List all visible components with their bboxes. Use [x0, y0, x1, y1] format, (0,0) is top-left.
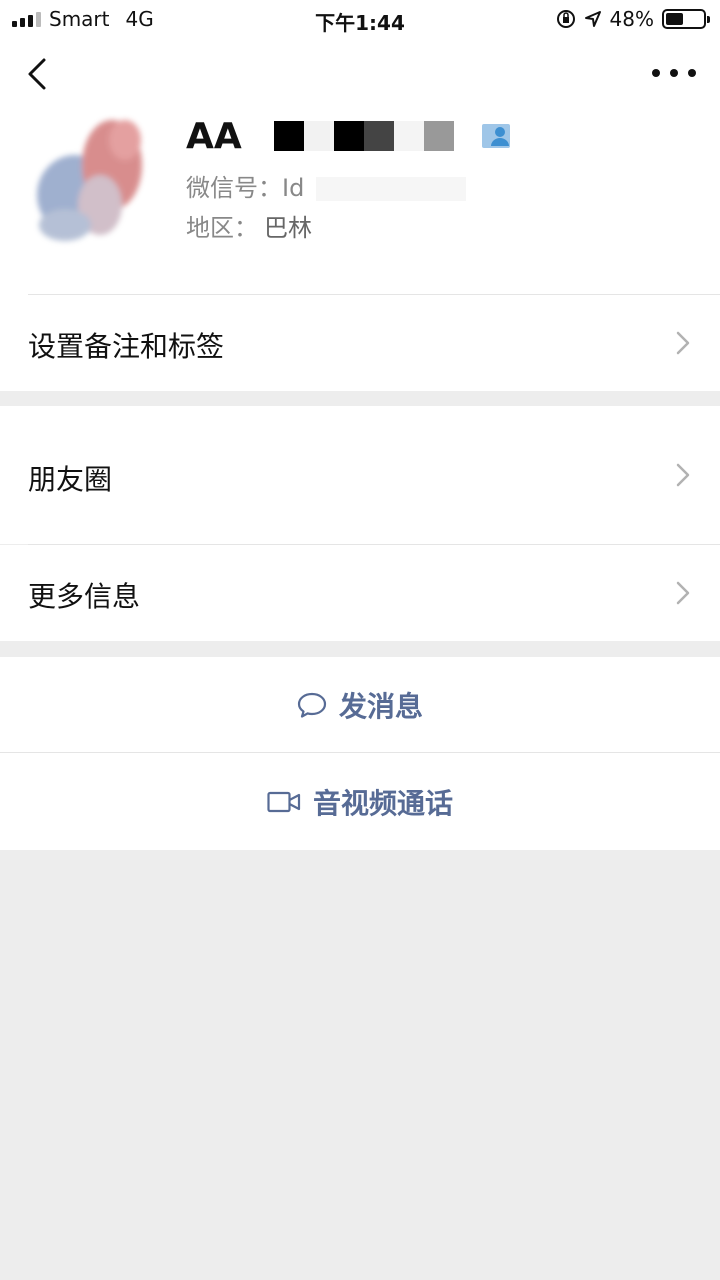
- chevron-right-icon: [676, 463, 690, 487]
- chevron-right-icon: [676, 331, 690, 355]
- redaction-block: [315, 177, 466, 201]
- profile-header: AA 微信号：Id 地区： 巴林 设置备注和标签: [0, 38, 720, 391]
- redaction-block: [363, 121, 394, 151]
- wechat-id: 微信号：Id: [186, 168, 466, 203]
- wechat-id-value: Id: [282, 174, 305, 202]
- contact-name: AA: [186, 115, 242, 157]
- avatar[interactable]: [30, 110, 150, 252]
- region-value: 巴林: [264, 214, 312, 242]
- redaction-block: [423, 121, 454, 151]
- status-bar-right: 48%: [556, 7, 710, 31]
- video-camera-icon: [267, 791, 301, 813]
- more-options-button[interactable]: [652, 64, 696, 82]
- contact-person-icon: [481, 124, 510, 148]
- moments-row[interactable]: 朋友圈: [0, 406, 720, 544]
- redaction-block: [273, 121, 304, 151]
- region: 地区： 巴林: [186, 208, 312, 243]
- orientation-lock-icon: [556, 10, 575, 28]
- chevron-right-icon: [676, 581, 690, 605]
- redaction-block: [303, 121, 334, 151]
- avatar-image: [37, 120, 142, 241]
- battery-icon: [662, 9, 710, 29]
- wechat-id-label: 微信号：: [186, 174, 282, 202]
- back-icon[interactable]: [24, 56, 54, 92]
- ellipsis-icon: [652, 69, 660, 77]
- send-message-label: 发消息: [338, 689, 423, 723]
- remark-tags-label: 设置备注和标签: [28, 330, 225, 363]
- redaction-block: [245, 121, 256, 151]
- speech-bubble-icon: [297, 691, 327, 719]
- region-label: 地区：: [186, 214, 258, 242]
- moments-label: 朋友圈: [28, 463, 113, 496]
- redaction-block: [393, 121, 424, 151]
- battery-fill: [666, 13, 684, 25]
- name-row: AA: [186, 114, 516, 158]
- video-call-label: 音视频通话: [312, 786, 453, 820]
- more-info-label: 更多信息: [28, 580, 141, 613]
- video-call-button[interactable]: 音视频通话: [0, 753, 720, 850]
- send-message-button[interactable]: 发消息: [0, 657, 720, 752]
- more-info-row[interactable]: 更多信息: [0, 545, 720, 641]
- status-bar: Smart 4G 下午1:44 48%: [0, 0, 720, 38]
- location-arrow-icon: [584, 11, 601, 27]
- remark-tags-row[interactable]: 设置备注和标签: [0, 295, 720, 391]
- battery-percent: 48%: [609, 7, 654, 31]
- redaction-block: [333, 121, 364, 151]
